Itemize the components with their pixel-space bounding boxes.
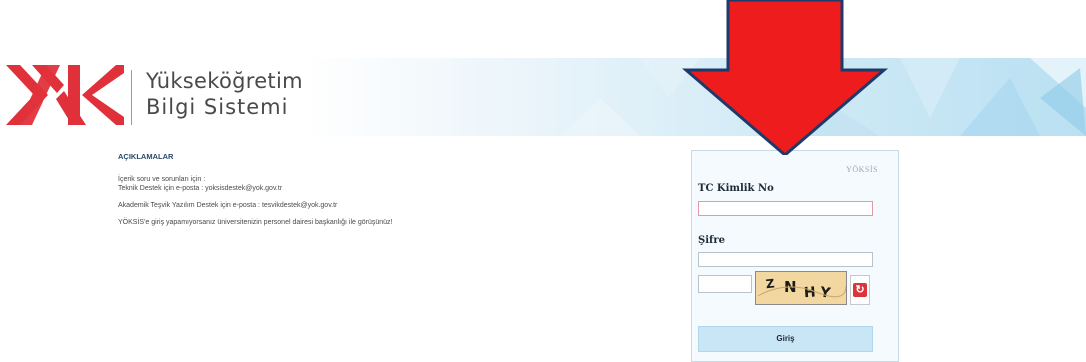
tc-input[interactable]	[698, 201, 873, 216]
refresh-icon: ↻	[853, 283, 867, 297]
captcha-input[interactable]	[698, 275, 752, 293]
captcha-char: H	[803, 284, 816, 301]
brand-line1: Yükseköğretim	[146, 69, 303, 93]
login-panel: YÖKSİS TC Kimlik No Şifre Z N H Y ↻ Giri…	[691, 150, 899, 362]
password-input[interactable]	[698, 252, 873, 267]
captcha-image: Z N H Y	[755, 271, 847, 305]
info-line-personnel: YÖKSİS'e giriş yapamıyorsanız üniversite…	[118, 219, 393, 226]
brand-title: Yükseköğretim Bilgi Sistemi	[146, 68, 303, 121]
system-label: YÖKSİS	[846, 165, 878, 174]
info-section: AÇIKLAMALAR İçerik soru ve sorunları içi…	[118, 152, 392, 235]
captcha-refresh-button[interactable]: ↻	[850, 275, 870, 305]
info-line-incentive-email: Akademik Teşvik Yazılım Destek için e-po…	[118, 202, 338, 209]
tc-label: TC Kimlik No	[698, 183, 774, 194]
info-line-tech-email: Teknik Destek için e-posta : yoksisdeste…	[118, 185, 283, 192]
password-label: Şifre	[698, 235, 725, 246]
down-arrow-icon	[681, 0, 889, 155]
login-submit-button[interactable]: Giriş	[698, 326, 873, 352]
brand-line2: Bilgi Sistemi	[146, 95, 289, 119]
info-title: AÇIKLAMALAR	[118, 152, 174, 161]
yok-logo-icon[interactable]	[6, 65, 124, 130]
info-line-support: İçerik soru ve sorunları için :	[118, 176, 206, 183]
brand-divider	[131, 70, 132, 125]
